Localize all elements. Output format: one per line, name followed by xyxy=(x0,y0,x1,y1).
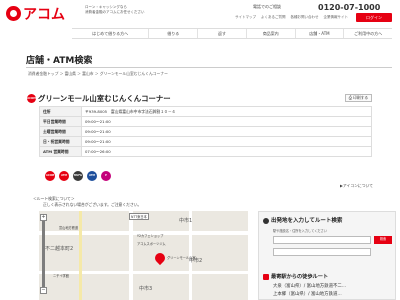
service-icons: ACOM ATM MUFG ATM P xyxy=(45,171,111,181)
parking-icon: P xyxy=(101,171,111,181)
route-pin-icon xyxy=(263,217,269,224)
store-name: グリーンモール山室むじんくんコーナー xyxy=(38,94,171,103)
print-button[interactable]: ⎙ 印刷する xyxy=(345,94,372,102)
breadcrumb[interactable]: 消費者金融トップ ＞ 富山県 ＞ 富山市 ＞ グリーンモール山室むじんくんコーナ… xyxy=(28,71,168,77)
route-note: ＜ルート検索について＞ 正しく表示されない場合がございます。ご注意ください。 xyxy=(33,196,141,208)
route-note-text: 正しく表示されない場合がございます。ご注意ください。 xyxy=(43,202,142,207)
nav-item-repay[interactable]: 返す xyxy=(197,29,246,38)
util-link-contact[interactable]: 各種お問い合わせ xyxy=(291,15,319,20)
station-route-link[interactable]: 大泉（富山県）/ 富山地方鉄道不二… xyxy=(273,283,346,289)
page-title: 店舗・ATM検索 xyxy=(26,56,93,66)
route-step-label: 駅や施設名・住所を入力してください xyxy=(273,229,327,233)
nav-item-borrow[interactable]: 借りる xyxy=(148,29,197,38)
table-row: 土曜営業時間 09:00～21:00 xyxy=(39,126,372,137)
zoom-in-button[interactable]: + xyxy=(40,214,47,221)
header-tagline: ローン・キャッシングなら 消費者金融のアコムにお任せください xyxy=(85,5,145,15)
map-label-nichii: ニチイ学館 xyxy=(53,274,69,278)
title-divider xyxy=(26,67,392,68)
address-value: 〒939-8005 富山県富山市中市字法石鉾割１０－４ xyxy=(81,106,372,117)
map-label-nakaichi1: 中市1 xyxy=(179,218,193,224)
route-heading: 出発地を入力してルート検索 xyxy=(263,216,342,224)
store-info-table: 住所 〒939-8005 富山県富山市中市字法石鉾割１０－４ 平日営業時間 09… xyxy=(39,106,372,157)
route-option-input[interactable] xyxy=(273,248,371,256)
util-link-faq[interactable]: よくあるご質問 xyxy=(261,15,286,20)
route-search-button[interactable]: 検索 xyxy=(374,236,392,244)
map-label-cafe: Y2カフェショップ xyxy=(137,234,164,238)
store-location-pin-icon[interactable] xyxy=(152,250,168,266)
icon-description-link[interactable]: ▶アイコンについて xyxy=(340,183,373,189)
acom-service-icon: ACOM xyxy=(45,171,55,181)
map-label-nakaichi3: 中市3 xyxy=(139,286,153,292)
saturday-hours-label: 土曜営業時間 xyxy=(39,126,82,137)
nav-item-stores-atm[interactable]: 店舗・ATM xyxy=(294,29,344,38)
tagline-line-2: 消費者金融のアコムにお任せください xyxy=(85,10,145,14)
acom-atm-icon: ATM xyxy=(59,171,69,181)
weekday-hours-value: 09:00～21:00 xyxy=(81,116,372,127)
map-label-fujikoshi: 不二越本町2 xyxy=(45,246,74,252)
site-header: アコム ローン・キャッシングなら 消費者金融のアコムにお任せください 電話でのご… xyxy=(0,0,400,27)
map-label-railway: 富山地方鉄道 xyxy=(59,226,79,230)
map-zoom-slider[interactable] xyxy=(42,219,45,289)
partner-atm-icon: ATM xyxy=(87,171,97,181)
zoom-out-button[interactable]: − xyxy=(40,287,47,294)
map-label-sports-gym: アコムスポーツジム xyxy=(137,242,166,246)
atm-hours-value: 07:00～26:00 xyxy=(81,146,372,157)
train-icon xyxy=(263,273,269,280)
map-road xyxy=(39,271,248,274)
acom-logo-text[interactable]: アコム xyxy=(23,4,65,24)
print-label: 印刷する xyxy=(353,95,369,100)
phone-number[interactable]: 0120-07-1000 xyxy=(318,3,380,12)
acom-badge-icon: ACOM xyxy=(27,94,36,103)
map-label-ntt: NTT東日本 xyxy=(129,213,149,220)
table-row: ATM 営業時間 07:00～26:00 xyxy=(39,146,372,157)
route-search-panel: 出発地を入力してルート検索 駅や施設名・住所を入力してください 検索 最寄駅から… xyxy=(258,211,396,300)
util-link-corporate[interactable]: 企業情報サイト xyxy=(324,15,349,20)
map-label-green-mall: グリーンモール山室 xyxy=(167,256,196,260)
table-row: 日・祝営業時間 09:00～21:00 xyxy=(39,136,372,147)
nav-item-products[interactable]: 商品案内 xyxy=(245,29,295,38)
map-road xyxy=(129,211,133,300)
table-row: 住所 〒939-8005 富山県富山市中市字法石鉾割１０－４ xyxy=(39,106,372,117)
saturday-hours-value: 09:00～21:00 xyxy=(81,126,372,137)
station-route-heading: 最寄駅からの徒歩ルート xyxy=(263,273,328,280)
acom-logo-icon[interactable] xyxy=(6,6,21,21)
holiday-hours-value: 09:00～21:00 xyxy=(81,136,372,147)
table-row: 平日営業時間 09:00～21:00 xyxy=(39,116,372,127)
atm-hours-label: ATM 営業時間 xyxy=(39,146,82,157)
address-label: 住所 xyxy=(39,106,82,117)
weekday-hours-label: 平日営業時間 xyxy=(39,116,82,127)
nav-item-first-time[interactable]: はじめて借りる方へ xyxy=(72,29,148,38)
utility-links: サイトマップ よくあるご質問 各種お問い合わせ 企業情報サイト xyxy=(235,15,348,20)
util-link-sitemap[interactable]: サイトマップ xyxy=(235,15,256,20)
map-road-major xyxy=(79,211,82,300)
store-map[interactable]: NTT東日本 中市1 中市2 不二越本町2 中市3 グリーンモール山室 ニチイ学… xyxy=(39,211,248,300)
holiday-hours-label: 日・祝営業時間 xyxy=(39,136,82,147)
login-button[interactable]: ログイン xyxy=(356,13,392,22)
mufg-icon: MUFG xyxy=(73,171,83,181)
global-nav: はじめて借りる方へ 借りる 返す 商品案内 店舗・ATM ご利用中の方へ xyxy=(72,28,392,39)
station-route-link[interactable]: 上本郷（富山県）/ 富山地方鉄道… xyxy=(273,291,342,297)
departure-input[interactable] xyxy=(273,236,371,244)
nav-item-members[interactable]: ご利用中の方へ xyxy=(343,29,392,38)
phone-label: 電話でのご相談 xyxy=(253,4,281,9)
